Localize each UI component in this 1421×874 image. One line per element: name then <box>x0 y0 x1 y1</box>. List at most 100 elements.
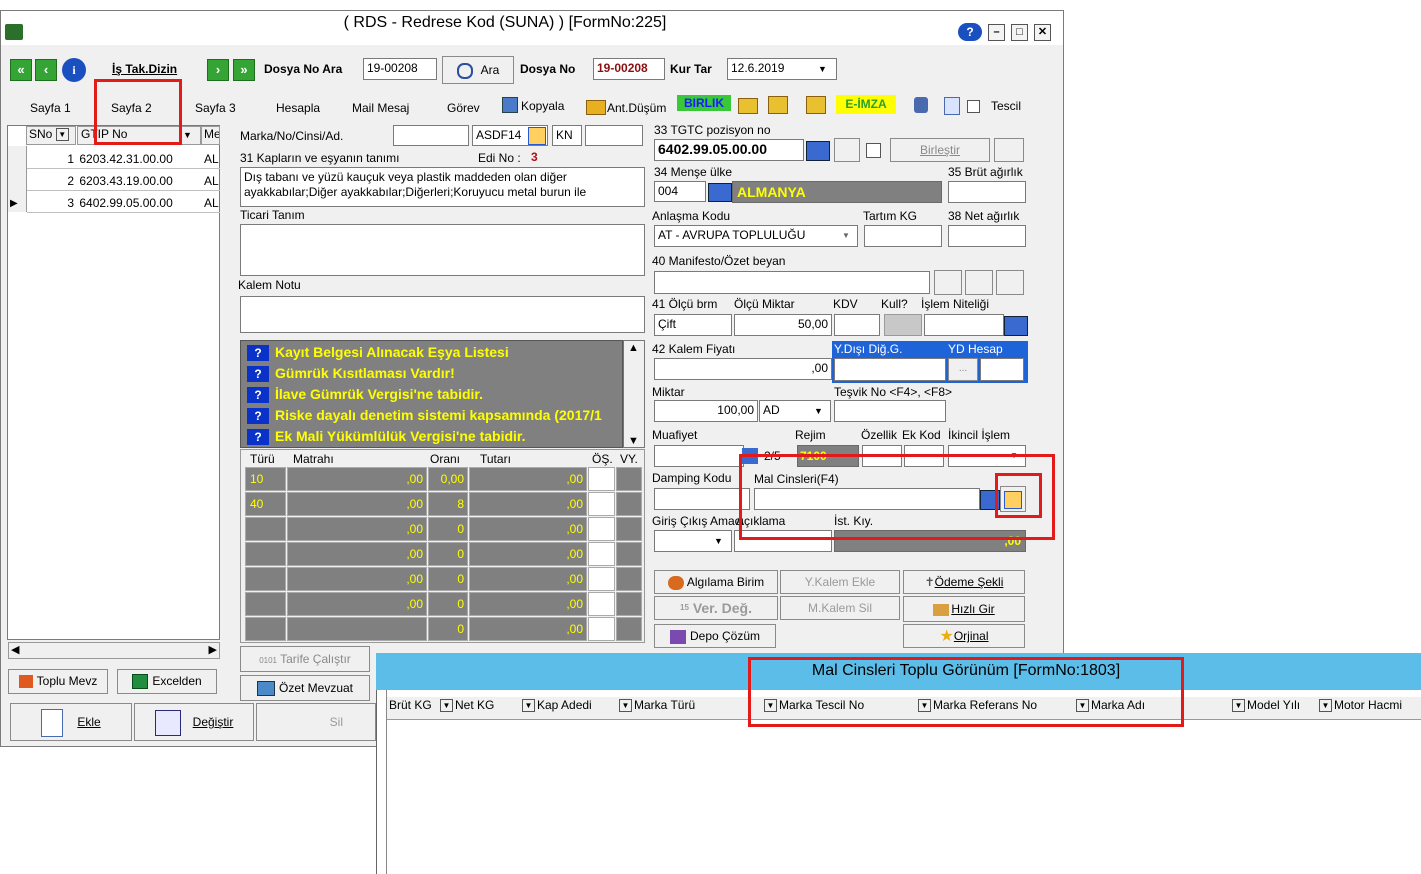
tax-cell[interactable] <box>588 467 615 491</box>
miktar-input[interactable]: 100,00 <box>654 400 758 422</box>
help-icon[interactable]: ? <box>958 23 982 41</box>
close-button[interactable]: ✕ <box>1034 24 1051 41</box>
m-kalem-sil-button[interactable]: M.Kalem Sil <box>780 596 900 620</box>
forward-double-icon[interactable]: » <box>233 59 255 81</box>
chevron-down-icon[interactable]: ▼ <box>55 128 69 142</box>
tab-hesapla[interactable]: Hesapla <box>276 101 320 115</box>
sub-column-header[interactable]: ▼ Model Yılı <box>1230 698 1301 717</box>
chevron-down-icon[interactable]: ▼ <box>714 536 723 546</box>
maximize-button[interactable]: □ <box>1011 24 1028 41</box>
ozet-mevzuat-button[interactable]: Özet Mevzuat <box>240 675 370 701</box>
tgtc-lookup-icon[interactable] <box>806 141 830 161</box>
tax-cell[interactable] <box>588 492 615 516</box>
orjinal-button[interactable]: ★Orjinal <box>903 624 1025 648</box>
chevron-down-icon[interactable]: ▼ <box>619 699 632 713</box>
dosya-no-ara-input[interactable]: 19-00208 <box>363 58 437 80</box>
tax-cell[interactable]: 10 <box>245 467 286 491</box>
forward-icon[interactable]: › <box>207 59 229 81</box>
tax-cell[interactable] <box>616 542 642 566</box>
ant-dusum-button[interactable]: Ant.Düşüm <box>607 101 666 115</box>
list-item[interactable]: ? Gümrük Kısıtlaması Vardır! <box>241 363 622 384</box>
sub-column-header[interactable]: ▼ Net KG <box>438 698 495 717</box>
e-imza-button[interactable]: E-İMZA <box>836 95 896 114</box>
ver-deg-button[interactable]: 15 Ver. Değ. <box>654 596 778 620</box>
tax-cell[interactable]: ,00 <box>469 592 587 616</box>
scroll-left-icon[interactable]: ◀ <box>11 643 19 656</box>
chevron-down-icon[interactable]: ▼ <box>814 406 823 416</box>
tax-cell[interactable] <box>588 567 615 591</box>
depo-cozum-button[interactable]: Depo Çözüm <box>654 624 776 648</box>
tax-cell[interactable] <box>588 517 615 541</box>
back-icon[interactable]: ‹ <box>35 59 57 81</box>
tax-cell[interactable] <box>245 592 286 616</box>
net-input[interactable] <box>948 225 1026 247</box>
tax-cell[interactable] <box>588 542 615 566</box>
tax-cell[interactable] <box>245 567 286 591</box>
calculator-icon[interactable] <box>994 138 1024 162</box>
tax-cell[interactable] <box>616 467 642 491</box>
download-icon[interactable] <box>806 96 826 114</box>
birlik-button[interactable]: BIRLIK <box>677 95 731 111</box>
ticari-tanim-textarea[interactable] <box>240 224 645 276</box>
tax-cell[interactable]: ,00 <box>469 617 587 641</box>
tax-cell[interactable]: ,00 <box>287 567 427 591</box>
tab-sayfa1[interactable]: Sayfa 1 <box>30 101 71 115</box>
tax-cell[interactable]: ,00 <box>469 542 587 566</box>
chevron-down-icon[interactable]: ▼ <box>1232 699 1245 713</box>
scroll-down-icon[interactable]: ▼ <box>628 435 639 447</box>
damping-input[interactable] <box>654 488 750 510</box>
yd-hesap-input[interactable] <box>980 358 1024 381</box>
excelden-button[interactable]: Excelden <box>117 669 217 694</box>
list-item[interactable]: ? İlave Gümrük Vergisi'ne tabidir. <box>241 384 622 405</box>
sub-column-header[interactable]: ▼ Marka Türü <box>617 698 696 717</box>
tax-cell[interactable] <box>588 617 615 641</box>
tartim-input[interactable] <box>864 225 942 247</box>
table-row[interactable]: 3 6402.99.05.00.00 AL <box>27 193 221 214</box>
tax-cell[interactable]: 0 <box>428 542 468 566</box>
tax-cell[interactable]: ,00 <box>469 567 587 591</box>
tab-sayfa3[interactable]: Sayfa 3 <box>195 101 236 115</box>
chevron-down-icon[interactable]: ▼ <box>818 64 827 74</box>
tgtc-checkbox[interactable] <box>866 143 881 158</box>
chevron-down-icon[interactable]: ▼ <box>440 699 453 713</box>
birlestir-button[interactable]: Birleştir <box>890 138 990 162</box>
tax-cell[interactable] <box>245 517 286 541</box>
upload-icon[interactable] <box>768 96 788 114</box>
warnings-scrollbar[interactable]: ▲ ▼ <box>623 340 645 448</box>
sil-button[interactable]: Sil <box>256 703 376 741</box>
kalem-fiyati-input[interactable]: ,00 <box>654 358 832 380</box>
list-item[interactable]: ? Riske dayalı denetim sistemi kapsamında… <box>241 405 622 426</box>
kn-extra-input[interactable] <box>585 125 643 146</box>
algilama-birim-button[interactable]: Algılama Birim <box>654 570 778 594</box>
tax-cell[interactable] <box>245 542 286 566</box>
yd-dots-button[interactable]: ... <box>948 358 978 381</box>
edit-icon[interactable] <box>528 127 546 145</box>
tax-cell[interactable]: ,00 <box>469 492 587 516</box>
hizli-gir-button[interactable]: Hızlı Gir <box>903 596 1025 622</box>
folder-open-icon[interactable] <box>738 98 758 114</box>
kopyala-button[interactable]: Kopyala <box>521 99 564 113</box>
tax-cell[interactable]: ,00 <box>287 467 427 491</box>
sub-column-header[interactable]: Brüt KG <box>387 698 432 717</box>
table-row[interactable]: 2 6203.43.19.00.00 AL <box>27 171 221 192</box>
horizontal-scrollbar[interactable]: ◀ ▶ <box>8 642 220 659</box>
back-double-icon[interactable]: « <box>10 59 32 81</box>
col-sno-header[interactable]: SNo ▼ <box>26 126 76 145</box>
tab-mail-mesaj[interactable]: Mail Mesaj <box>352 101 409 115</box>
kdv-input[interactable] <box>834 314 880 336</box>
olcu-miktar-input[interactable]: 50,00 <box>734 314 832 336</box>
ara-button[interactable]: Ara <box>442 56 514 84</box>
tab-gorev[interactable]: Görev <box>447 101 480 115</box>
kalem-notu-textarea[interactable] <box>240 296 645 333</box>
chevron-down-icon[interactable]: ▼ <box>842 231 850 240</box>
sub-column-header[interactable]: ▼ Motor Hacmi <box>1317 698 1403 717</box>
tgtc-input[interactable]: 6402.99.05.00.00 <box>654 139 804 161</box>
olcu-brm-input[interactable]: Çift <box>654 314 732 336</box>
tax-cell[interactable]: ,00 <box>287 542 427 566</box>
tax-cell[interactable]: ,00 <box>287 517 427 541</box>
tgtc-small-button[interactable] <box>834 138 860 162</box>
tax-cell[interactable]: ,00 <box>287 592 427 616</box>
tax-cell[interactable]: 40 <box>245 492 286 516</box>
tarife-calistir-button[interactable]: 0101 Tarife Çalıştır <box>240 646 370 672</box>
chevron-down-icon[interactable]: ▼ <box>183 130 192 140</box>
